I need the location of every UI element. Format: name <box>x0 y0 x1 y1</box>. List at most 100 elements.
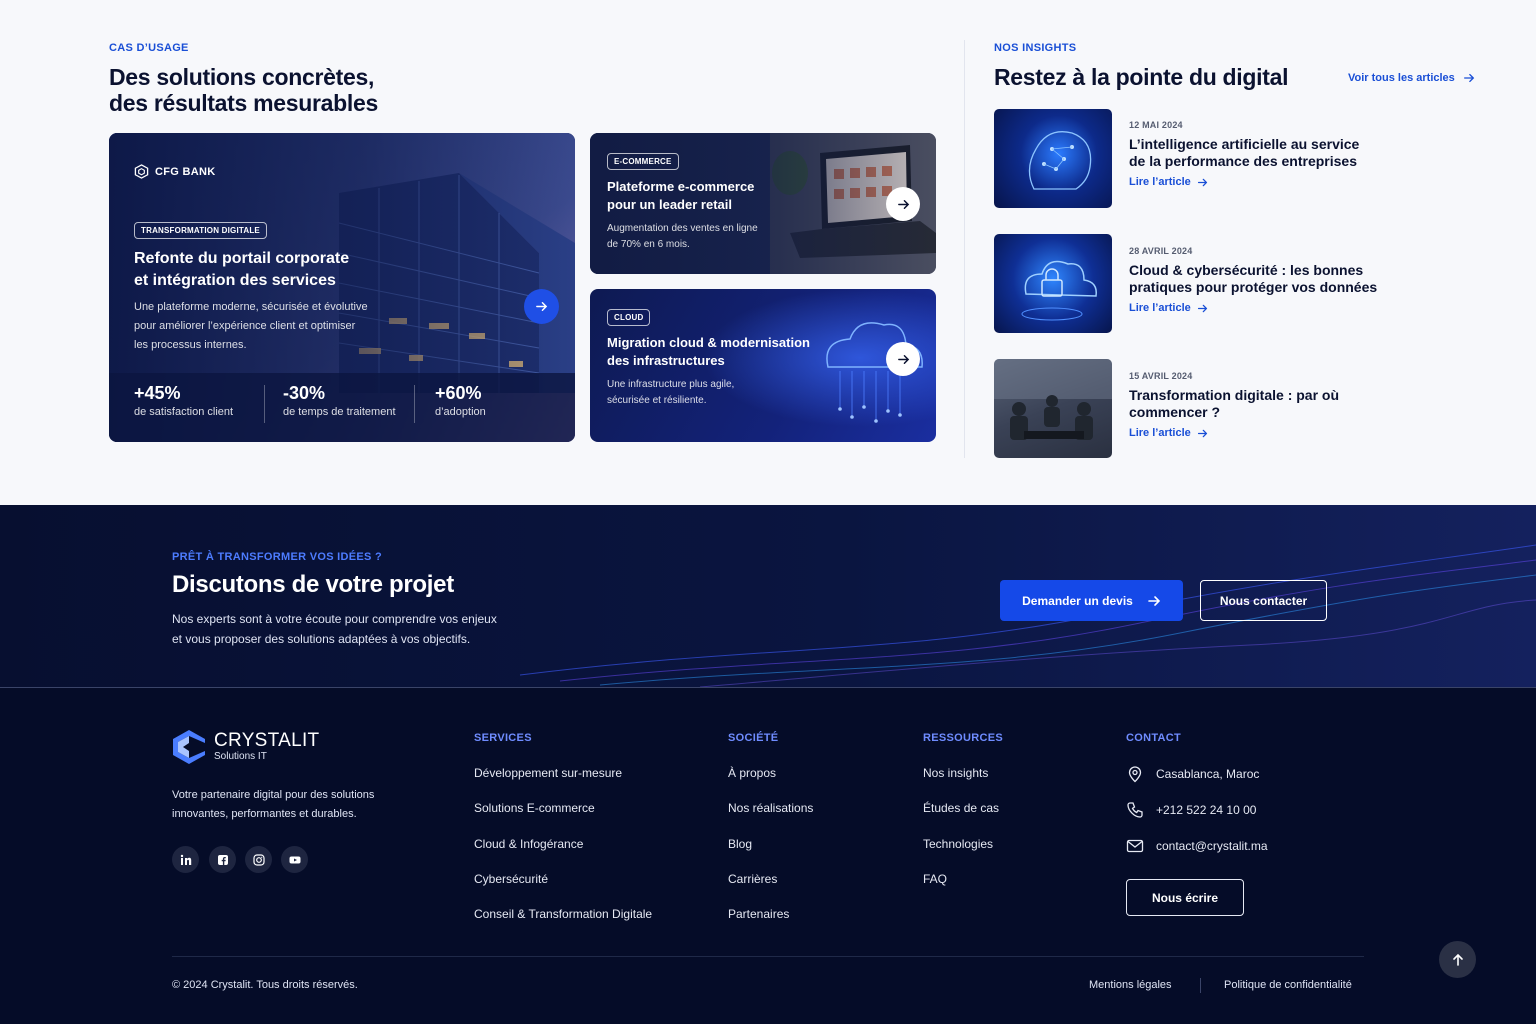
footer-link[interactable]: Cybersécurité <box>474 872 548 886</box>
footer-services-heading: SERVICES <box>474 732 532 744</box>
stat-label: d’adoption <box>435 406 486 418</box>
logo-subtitle: Solutions IT <box>214 751 267 762</box>
read-article-label: Lire l’article <box>1129 427 1191 439</box>
contact-phone[interactable]: +212 522 24 10 00 <box>1126 801 1256 819</box>
footer-link[interactable]: Solutions E-commerce <box>474 801 595 815</box>
insights-eyebrow: NOS INSIGHTS <box>994 42 1077 54</box>
brand-logo: CFG BANK <box>134 164 215 179</box>
case-open-button[interactable] <box>524 289 559 324</box>
article-thumbnail-ai[interactable] <box>994 109 1112 208</box>
contact-address: Casablanca, Maroc <box>1126 765 1259 783</box>
footer-link[interactable]: FAQ <box>923 872 947 886</box>
read-article-link[interactable]: Lire l’article <box>1129 176 1359 188</box>
copyright: © 2024 Crystalit. Tous droits réservés. <box>172 979 358 991</box>
see-all-articles-link[interactable]: Voir tous les articles <box>1348 72 1475 84</box>
cta-description-line1: Nos experts sont à votre écoute pour com… <box>172 612 497 626</box>
case-description-line1: Une infrastructure plus agile, <box>607 379 735 390</box>
request-quote-button[interactable]: Demander un devis <box>1000 580 1183 621</box>
ai-brain-illustration <box>1028 131 1092 190</box>
cloud-lock-illustration <box>1021 260 1097 321</box>
cta-description: Nos experts sont à votre écoute pour com… <box>172 609 497 649</box>
case-card-cloud[interactable]: CLOUD Migration cloud & modernisation de… <box>590 289 936 442</box>
case-title: Migration cloud & modernisation des infr… <box>607 334 810 370</box>
article-title-line1: Cloud & cybersécurité : les bonnes <box>1129 262 1364 278</box>
logo-name: CRYSTALIT <box>214 730 320 751</box>
article-title-line2: de la performance des entreprises <box>1129 153 1357 169</box>
stat-divider <box>264 385 265 423</box>
cta-title: Discutons de votre projet <box>172 571 454 598</box>
write-us-button[interactable]: Nous écrire <box>1126 879 1244 916</box>
case-description-line1: Une plateforme moderne, sécurisée et évo… <box>134 301 368 313</box>
case-description-line2: pour améliorer l’expérience client et op… <box>134 320 356 332</box>
article-title-line2: commencer ? <box>1129 404 1221 420</box>
article-title-line2: pratiques pour protéger vos données <box>1129 279 1378 295</box>
crystalit-logo-icon <box>173 730 205 764</box>
stat-divider <box>414 385 415 423</box>
stat-value: -30% <box>283 383 326 403</box>
footer-divider <box>172 956 1364 957</box>
hexagon-logo-icon <box>134 164 149 179</box>
see-all-label: Voir tous les articles <box>1348 72 1455 84</box>
read-article-link[interactable]: Lire l’article <box>1129 302 1377 314</box>
arrow-right-icon <box>1197 178 1208 186</box>
footer-link[interactable]: Conseil & Transformation Digitale <box>474 907 652 921</box>
use-cases-title-line1: Des solutions concrètes, <box>109 64 375 90</box>
footer-link[interactable]: Nos réalisations <box>728 801 813 815</box>
read-article-label: Lire l’article <box>1129 302 1191 314</box>
scroll-to-top-button[interactable] <box>1439 941 1476 978</box>
youtube-link[interactable] <box>281 846 308 873</box>
linkedin-icon <box>180 854 191 865</box>
article-title[interactable]: Transformation digitale : par où commenc… <box>1129 387 1339 421</box>
footer-link[interactable]: Développement sur-mesure <box>474 766 622 780</box>
case-open-button[interactable] <box>886 342 920 376</box>
case-open-button[interactable] <box>886 187 920 221</box>
footer-link[interactable]: Nos insights <box>923 766 988 780</box>
contact-email-text: contact@crystalit.ma <box>1156 839 1268 853</box>
article-thumbnail-meeting[interactable] <box>994 359 1112 458</box>
phone-icon <box>1127 802 1143 818</box>
legal-notice-link[interactable]: Mentions légales <box>1089 979 1172 991</box>
use-cases-title: Des solutions concrètes, des résultats m… <box>109 64 378 116</box>
location-pin-icon <box>1128 766 1142 783</box>
linkedin-link[interactable] <box>172 846 199 873</box>
footer-link[interactable]: Technologies <box>923 837 993 851</box>
privacy-policy-link[interactable]: Politique de confidentialité <box>1224 979 1352 991</box>
contact-email[interactable]: contact@crystalit.ma <box>1126 837 1268 855</box>
stat-value: +60% <box>435 383 482 403</box>
facebook-link[interactable] <box>209 846 236 873</box>
section-divider <box>964 40 965 458</box>
use-cases-title-line2: des résultats mesurables <box>109 90 378 116</box>
case-title: Plateforme e-commerce pour un leader ret… <box>607 178 754 214</box>
case-description: Augmentation des ventes en ligne de 70% … <box>607 221 758 253</box>
use-cases-eyebrow: CAS D’USAGE <box>109 42 189 54</box>
case-card-ecommerce[interactable]: E-COMMERCE Plateforme e-commerce pour un… <box>590 133 936 274</box>
footer-link[interactable]: Blog <box>728 837 752 851</box>
case-tag: CLOUD <box>607 309 651 326</box>
youtube-icon <box>289 856 300 863</box>
footer-link[interactable]: À propos <box>728 766 776 780</box>
stat-adoption: +60% d’adoption <box>435 383 486 418</box>
mail-icon <box>1126 839 1144 853</box>
contact-us-button[interactable]: Nous contacter <box>1200 580 1327 621</box>
article-title[interactable]: Cloud & cybersécurité : les bonnes prati… <box>1129 262 1377 296</box>
footer-link[interactable]: Carrières <box>728 872 777 886</box>
footer-ressources-heading: RESSOURCES <box>923 732 1004 744</box>
stat-satisfaction: +45% de satisfaction client <box>134 383 233 418</box>
article-item: 15 AVRIL 2024 Transformation digitale : … <box>1129 371 1339 439</box>
article-thumbnail-cloud-security[interactable] <box>994 234 1112 333</box>
footer-logo[interactable]: CRYSTALIT Solutions IT <box>172 729 319 765</box>
article-date: 12 MAI 2024 <box>1129 120 1183 130</box>
footer-link[interactable]: Partenaires <box>728 907 789 921</box>
footer-link[interactable]: Cloud & Infogérance <box>474 837 583 851</box>
stat-value: +45% <box>134 383 181 403</box>
instagram-link[interactable] <box>245 846 272 873</box>
insights-title: Restez à la pointe du digital <box>994 64 1289 90</box>
read-article-link[interactable]: Lire l’article <box>1129 427 1339 439</box>
case-description-line2: de 70% en 6 mois. <box>607 239 690 250</box>
article-title[interactable]: L’intelligence artificielle au service d… <box>1129 136 1359 170</box>
article-title-line1: Transformation digitale : par où <box>1129 387 1340 403</box>
case-card-cfg-bank[interactable]: CFG BANK TRANSFORMATION DIGITALE Refonte… <box>109 133 575 442</box>
article-item: 28 AVRIL 2024 Cloud & cybersécurité : le… <box>1129 246 1377 314</box>
case-tag: TRANSFORMATION DIGITALE <box>134 222 267 239</box>
footer-link[interactable]: Études de cas <box>923 801 999 815</box>
